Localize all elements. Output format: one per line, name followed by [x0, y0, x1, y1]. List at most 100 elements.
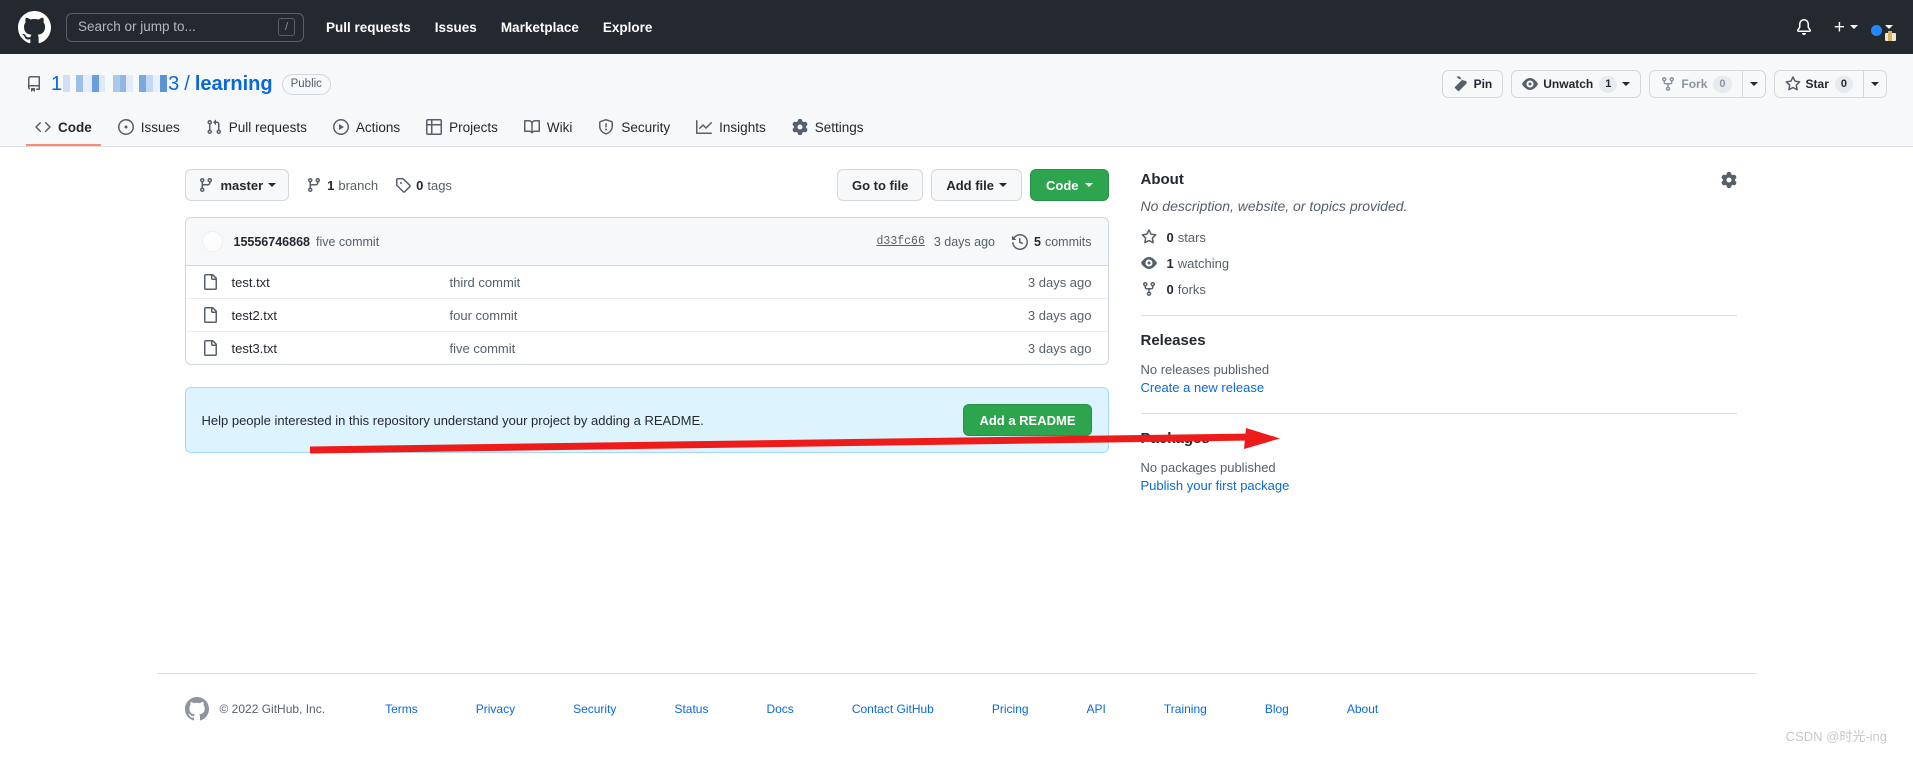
branch-selector-button[interactable]: master: [184, 169, 290, 201]
tags-link[interactable]: 0 tags: [395, 177, 452, 193]
footer-link-api[interactable]: API: [1087, 702, 1106, 716]
pin-button-label: Pin: [1473, 77, 1493, 91]
book-icon: [523, 119, 540, 134]
footer-link-docs[interactable]: Docs: [766, 702, 793, 716]
commits-count: 5: [1034, 234, 1041, 249]
chevron-down-icon: [1885, 25, 1893, 29]
fork-button[interactable]: Fork 0: [1649, 70, 1742, 98]
owner-prefix: 1: [51, 72, 63, 95]
github-logo-icon[interactable]: [18, 10, 51, 44]
fork-dropdown-button[interactable]: [1741, 70, 1766, 98]
file-name-link[interactable]: test.txt: [232, 275, 450, 290]
file-navigation-toolbar: master 1 branch 0 tags Go to file Add fi…: [184, 169, 1109, 201]
chevron-down-icon: [1749, 82, 1758, 86]
file-commit-message[interactable]: third commit: [450, 275, 1028, 290]
stars-stat-link[interactable]: 0 stars: [1141, 229, 1737, 245]
git-branch-icon: [308, 178, 321, 193]
github-logo-icon: [184, 696, 209, 720]
issue-opened-icon: [117, 119, 134, 135]
nav-issues[interactable]: Issues: [435, 20, 477, 35]
tab-insights-label: Insights: [719, 119, 766, 135]
nav-explore[interactable]: Explore: [603, 20, 653, 35]
file-updated-time: 3 days ago: [1027, 307, 1092, 323]
footer-link-about[interactable]: About: [1347, 702, 1378, 716]
play-icon: [332, 119, 349, 135]
edit-repository-details-button[interactable]: [1721, 171, 1737, 188]
add-file-button[interactable]: Add file: [931, 169, 1022, 201]
file-icon: [203, 340, 217, 356]
tab-settings-label: Settings: [814, 119, 864, 135]
star-icon: [1785, 76, 1800, 91]
git-branch-icon: [199, 178, 212, 193]
footer-link-status[interactable]: Status: [674, 702, 708, 716]
footer-link-blog[interactable]: Blog: [1265, 702, 1289, 716]
file-listing-box: 15556746868 five commit d33fc66 3 days a…: [184, 217, 1109, 365]
repository-name-link[interactable]: learning: [195, 73, 273, 96]
unwatch-button[interactable]: Unwatch 1: [1511, 70, 1642, 98]
footer-link-pricing[interactable]: Pricing: [992, 702, 1029, 716]
footer-link-privacy[interactable]: Privacy: [476, 702, 515, 716]
packages-empty-text: No packages published: [1140, 460, 1276, 475]
star-button-group: Star 0: [1773, 70, 1887, 98]
watchers-stat-link[interactable]: 1 watching: [1140, 255, 1737, 271]
tab-wiki[interactable]: Wiki: [515, 119, 582, 146]
repository-header: 13 / learning Public Pin Unwatch 1 Fork …: [0, 54, 1913, 147]
branch-name-label: master: [220, 177, 264, 193]
file-name-link[interactable]: test3.txt: [232, 341, 450, 356]
tab-settings[interactable]: Settings: [783, 119, 873, 146]
status-indicator-icon: [1871, 25, 1882, 36]
footer-link-contact-github[interactable]: Contact GitHub: [852, 702, 934, 716]
add-readme-button[interactable]: Add a README: [963, 404, 1092, 436]
notifications-button[interactable]: [1796, 19, 1812, 35]
tab-issues[interactable]: Issues: [109, 119, 189, 146]
footer-link-security[interactable]: Security: [573, 702, 616, 716]
footer-link-terms[interactable]: Terms: [385, 702, 418, 716]
file-commit-message[interactable]: four commit: [450, 308, 1028, 323]
table-row[interactable]: test2.txt four commit 3 days ago: [185, 299, 1108, 332]
commit-sha[interactable]: d33fc66: [877, 235, 925, 248]
search-input[interactable]: Search or jump to... /: [66, 12, 304, 42]
table-row[interactable]: test.txt third commit 3 days ago: [185, 266, 1108, 299]
tab-security[interactable]: Security: [589, 119, 679, 146]
bell-icon: [1796, 19, 1811, 35]
star-dropdown-button[interactable]: [1863, 70, 1887, 98]
branches-link[interactable]: 1 branch: [306, 177, 378, 193]
unwatch-count: 1: [1599, 75, 1618, 93]
eye-icon: [1140, 257, 1157, 269]
pin-button[interactable]: Pin: [1441, 70, 1504, 98]
tab-insights[interactable]: Insights: [687, 119, 775, 146]
history-icon: [1012, 233, 1028, 250]
tab-projects[interactable]: Projects: [417, 119, 507, 146]
user-menu[interactable]: [1871, 25, 1896, 41]
commit-message[interactable]: five commit: [316, 235, 379, 249]
code-button-label: Code: [1046, 177, 1079, 193]
create-new-menu[interactable]: +: [1834, 18, 1858, 37]
commit-history-link[interactable]: 5 commits: [1012, 233, 1092, 250]
tab-actions[interactable]: Actions: [324, 119, 409, 146]
chevron-down-icon: [1084, 183, 1093, 187]
table-icon: [426, 119, 443, 135]
tab-code[interactable]: Code: [26, 119, 101, 146]
commit-author-avatar[interactable]: [201, 231, 223, 252]
create-release-link[interactable]: Create a new release: [1141, 380, 1737, 395]
forks-stat-link[interactable]: 0 forks: [1141, 281, 1737, 297]
eye-icon: [1522, 78, 1539, 90]
tab-pull-requests[interactable]: Pull requests: [197, 119, 316, 146]
global-footer: © 2022 GitHub, Inc. Terms Privacy Securi…: [0, 667, 1913, 757]
file-icon: [203, 274, 217, 290]
file-name-link[interactable]: test2.txt: [232, 308, 450, 323]
table-row[interactable]: test3.txt five commit 3 days ago: [186, 332, 1108, 364]
code-download-button[interactable]: Code: [1030, 169, 1109, 201]
repository-owner-link[interactable]: 13: [51, 73, 179, 96]
star-button[interactable]: Star 0: [1773, 70, 1863, 98]
tab-wiki-label: Wiki: [546, 119, 573, 135]
nav-pull-requests[interactable]: Pull requests: [326, 20, 411, 35]
go-to-file-button[interactable]: Go to file: [836, 169, 924, 201]
chevron-down-icon: [999, 183, 1007, 187]
publish-package-link[interactable]: Publish your first package: [1141, 478, 1737, 493]
file-commit-message[interactable]: five commit: [450, 341, 1028, 356]
nav-marketplace[interactable]: Marketplace: [501, 20, 579, 35]
footer-link-training[interactable]: Training: [1164, 702, 1207, 716]
file-actions: Go to file Add file Code: [836, 169, 1109, 201]
commit-author-name[interactable]: 15556746868: [234, 235, 310, 249]
